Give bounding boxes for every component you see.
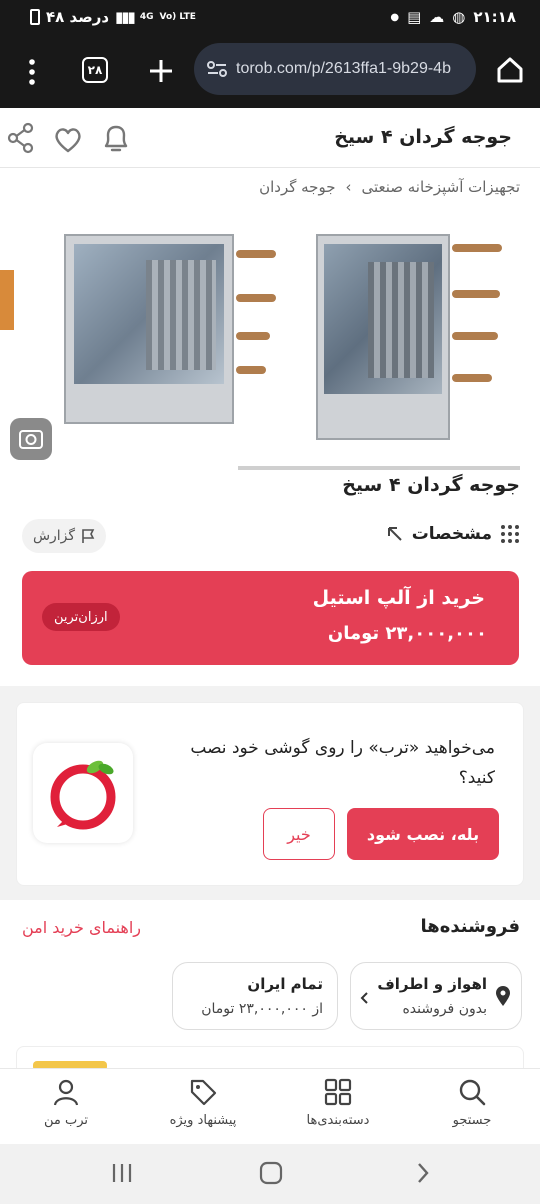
camera-icon <box>19 430 43 449</box>
system-navigation <box>0 1144 540 1204</box>
oven-rack <box>368 262 434 378</box>
specs-label: مشخصات <box>411 524 492 544</box>
share-icon[interactable] <box>6 122 36 154</box>
status-left: ۴۸ درصد ▮▮▮ 4G Vo) LTE <box>30 8 196 26</box>
breadcrumb-item-rotisserie[interactable]: جوجه گردان <box>259 178 335 196</box>
menu-dots-icon[interactable] <box>22 58 42 86</box>
breadcrumb: تجهیزات آشپزخانه صنعتی › جوجه گردان <box>259 178 520 196</box>
product-name: جوجه گردان ۴ سیخ <box>342 474 520 496</box>
torob-logo-icon <box>50 760 116 830</box>
recents-icon[interactable] <box>110 1162 134 1184</box>
heart-icon[interactable] <box>52 124 84 154</box>
page-title: جوجه گردان ۴ سیخ <box>334 126 512 148</box>
search-icon <box>459 1079 486 1106</box>
nav-search-label: جستجو <box>452 1113 492 1128</box>
signal-icon: ▮▮▮ <box>115 8 136 26</box>
nav-categories[interactable]: دسته‌بندی‌ها <box>288 1077 388 1128</box>
install-question: می‌خواهید «ترب» را روی گوشی خود نصب کنید… <box>190 738 495 788</box>
cheapest-badge: ارزان‌ترین <box>42 603 120 631</box>
local-sellers-title: اهواز و اطراف <box>377 975 487 993</box>
battery-icon <box>30 9 40 25</box>
skewer-handle <box>236 250 276 258</box>
install-yes-button[interactable]: بله، نصب شود <box>347 808 499 860</box>
url-text: torob.com/p/2613ffa1-9b29-4b <box>236 60 451 77</box>
app-icon: ◍ <box>452 8 466 26</box>
oven-rack <box>146 260 216 370</box>
safe-buy-guide-link[interactable]: راهنمای خرید امن <box>22 918 141 937</box>
report-button[interactable]: گزارش <box>22 519 106 553</box>
nav-offers-label: پیشنهاد ویژه <box>169 1113 237 1128</box>
nav-mine[interactable]: ترب من <box>16 1077 116 1128</box>
nav-mine-label: ترب من <box>43 1113 89 1128</box>
notification-dot: ● <box>390 11 400 23</box>
product-image-1[interactable] <box>64 234 234 424</box>
breadcrumb-separator: › <box>345 178 352 196</box>
skewer-handle <box>452 290 500 298</box>
back-icon[interactable] <box>414 1161 432 1185</box>
status-right: ● ▤ ☁ ◍ ۲۱:۱۸ <box>390 8 516 26</box>
nav-categories-label: دسته‌بندی‌ها <box>306 1113 370 1128</box>
location-pin-icon <box>496 986 510 1006</box>
arrow-up-left-icon <box>387 527 402 541</box>
skewer-handle <box>236 366 266 374</box>
product-image-2[interactable] <box>316 234 450 440</box>
skewer-handle <box>452 374 492 382</box>
chevron-left-icon <box>360 992 368 1004</box>
network-text: 4G <box>139 12 154 22</box>
sellers-heading: فروشنده‌ها <box>420 916 520 937</box>
previous-image-edge <box>0 270 14 330</box>
report-label: گزارش <box>32 528 76 544</box>
install-prompt: می‌خواهید «ترب» را روی گوشی خود نصب کنید… <box>16 702 524 886</box>
offer-price: ۲۳,۰۰۰,۰۰۰ تومان <box>327 623 487 644</box>
image-search-button[interactable] <box>10 418 52 460</box>
skewer-handle <box>236 294 276 302</box>
torob-logo <box>33 743 133 843</box>
news-icon: ▤ <box>407 8 422 26</box>
cloud-icon: ☁ <box>429 8 445 26</box>
skewer-handle <box>452 332 498 340</box>
breadcrumb-item-kitchen[interactable]: تجهیزات آشپزخانه صنعتی <box>361 178 520 196</box>
address-bar[interactable]: torob.com/p/2613ffa1-9b29-4b <box>194 43 476 95</box>
national-sellers-title: تمام ایران <box>247 975 323 993</box>
local-sellers-card[interactable]: اهواز و اطراف بدون فروشنده <box>350 962 522 1030</box>
nav-search[interactable]: جستجو <box>422 1077 522 1128</box>
skewer-handle <box>236 332 270 340</box>
image-gallery[interactable] <box>0 210 540 480</box>
bell-icon[interactable] <box>100 122 132 156</box>
grid-dots-icon <box>501 525 519 543</box>
user-icon <box>53 1079 79 1106</box>
national-sellers-card[interactable]: تمام ایران از ۲۳,۰۰۰,۰۰۰ تومان <box>172 962 338 1030</box>
clock-text: ۲۱:۱۸ <box>473 8 516 26</box>
specs-link[interactable]: مشخصات <box>386 524 520 544</box>
gallery-indicator <box>238 466 520 470</box>
grid-icon <box>324 1078 352 1106</box>
nav-offers[interactable]: پیشنهاد ویژه <box>153 1077 253 1128</box>
tag-icon <box>190 1079 217 1106</box>
new-tab-icon[interactable] <box>148 58 174 84</box>
national-sellers-sub: از ۲۳,۰۰۰,۰۰۰ تومان <box>201 1001 323 1017</box>
home-button-icon[interactable] <box>259 1161 283 1185</box>
install-no-button[interactable]: خیر <box>263 808 335 860</box>
local-sellers-sub: بدون فروشنده <box>402 1001 487 1017</box>
battery-text: ۴۸ درصد <box>46 8 110 26</box>
home-icon[interactable] <box>496 56 524 84</box>
sellers-section: فروشنده‌ها راهنمای خرید امن اهواز و اطرا… <box>0 900 540 1076</box>
buy-offer-card[interactable]: خرید از آلپ استیل ۲۳,۰۰۰,۰۰۰ تومان ارزان… <box>22 571 519 665</box>
product-header: جوجه گردان ۴ سیخ <box>0 108 540 168</box>
tab-switcher[interactable]: ۲۸ <box>82 57 108 83</box>
flag-icon <box>82 529 95 543</box>
offer-title: خرید از آلپ استیل <box>312 587 485 609</box>
skewer-handle <box>452 244 502 252</box>
status-bar: ● ▤ ☁ ◍ ۲۱:۱۸ ۴۸ درصد ▮▮▮ 4G Vo) LTE <box>0 0 540 36</box>
volte-text: Vo) LTE <box>159 12 196 22</box>
bottom-navigation: جستجو دسته‌بندی‌ها پیشنهاد ویژه ترب من <box>0 1068 540 1144</box>
site-settings-icon[interactable] <box>206 59 228 79</box>
